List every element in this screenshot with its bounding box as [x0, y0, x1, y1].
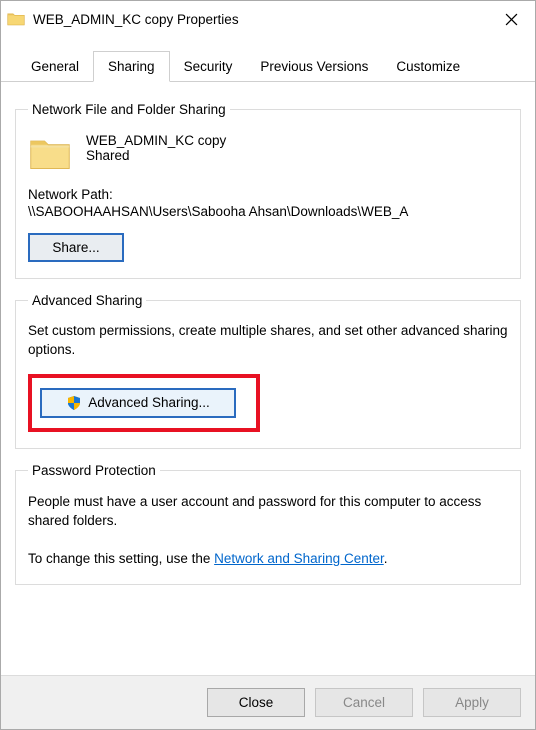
network-path-value: \\SABOOHAAHSAN\Users\Sabooha Ahsan\Downl…: [28, 204, 508, 219]
tab-customize[interactable]: Customize: [382, 52, 474, 81]
share-item-name: WEB_ADMIN_KC copy: [86, 131, 226, 148]
close-icon[interactable]: [487, 2, 535, 36]
advanced-sharing-button[interactable]: Advanced Sharing...: [40, 388, 236, 418]
shield-icon: [66, 395, 82, 411]
highlight-annotation: Advanced Sharing...: [28, 374, 260, 432]
tab-bar: General Sharing Security Previous Versio…: [1, 37, 535, 82]
password-protection-desc: People must have a user account and pass…: [28, 492, 508, 531]
group-advanced-sharing: Advanced Sharing Set custom permissions,…: [15, 293, 521, 449]
group-network-sharing: Network File and Folder Sharing WEB_ADMI…: [15, 102, 521, 279]
window-title: WEB_ADMIN_KC copy Properties: [33, 12, 487, 27]
password-hint-suffix: .: [384, 551, 388, 566]
close-button[interactable]: Close: [207, 688, 305, 717]
share-item-info: WEB_ADMIN_KC copy Shared: [86, 131, 226, 163]
password-hint-prefix: To change this setting, use the: [28, 551, 214, 566]
tab-sharing[interactable]: Sharing: [93, 51, 170, 82]
group-password-protection-legend: Password Protection: [28, 463, 160, 478]
group-network-sharing-legend: Network File and Folder Sharing: [28, 102, 230, 117]
network-path-label: Network Path:: [28, 187, 508, 202]
advanced-sharing-description: Set custom permissions, create multiple …: [28, 322, 508, 360]
password-protection-hint: To change this setting, use the Network …: [28, 549, 508, 569]
share-item-row: WEB_ADMIN_KC copy Shared: [28, 131, 508, 173]
dialog-footer: Close Cancel Apply: [1, 675, 535, 729]
tab-general[interactable]: General: [17, 52, 93, 81]
advanced-sharing-button-label: Advanced Sharing...: [88, 395, 210, 410]
tab-content: Network File and Folder Sharing WEB_ADMI…: [1, 82, 535, 675]
group-password-protection: Password Protection People must have a u…: [15, 463, 521, 586]
folder-large-icon: [28, 133, 72, 173]
group-advanced-sharing-legend: Advanced Sharing: [28, 293, 146, 308]
cancel-button: Cancel: [315, 688, 413, 717]
apply-button: Apply: [423, 688, 521, 717]
network-sharing-center-link[interactable]: Network and Sharing Center: [214, 551, 384, 566]
titlebar: WEB_ADMIN_KC copy Properties: [1, 1, 535, 37]
share-button[interactable]: Share...: [28, 233, 124, 262]
tab-previous-versions[interactable]: Previous Versions: [246, 52, 382, 81]
folder-icon: [7, 10, 25, 28]
tab-security[interactable]: Security: [170, 52, 247, 81]
share-item-status: Shared: [86, 148, 226, 163]
properties-dialog: WEB_ADMIN_KC copy Properties General Sha…: [0, 0, 536, 730]
